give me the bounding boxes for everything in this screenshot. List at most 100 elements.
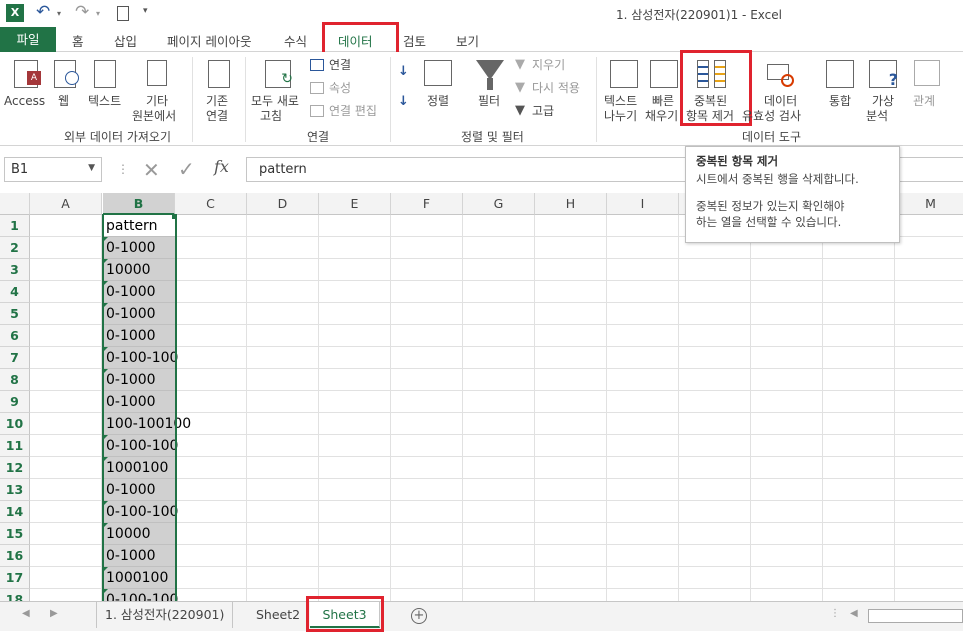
row-header[interactable]: 3 bbox=[0, 259, 30, 281]
cell[interactable] bbox=[895, 347, 963, 369]
row-header[interactable]: 16 bbox=[0, 545, 30, 567]
cell[interactable] bbox=[175, 567, 247, 589]
cell[interactable] bbox=[607, 501, 679, 523]
cell[interactable] bbox=[895, 413, 963, 435]
cell[interactable] bbox=[535, 479, 607, 501]
cell[interactable] bbox=[247, 215, 319, 237]
sheet-tab-1[interactable]: 1. 삼성전자(220901) bbox=[96, 602, 234, 628]
row-header[interactable]: 8 bbox=[0, 369, 30, 391]
cell[interactable] bbox=[679, 325, 751, 347]
cell[interactable] bbox=[607, 413, 679, 435]
cell[interactable] bbox=[175, 369, 247, 391]
cell[interactable] bbox=[823, 435, 895, 457]
cell[interactable] bbox=[823, 567, 895, 589]
cell[interactable] bbox=[895, 237, 963, 259]
cell[interactable] bbox=[247, 435, 319, 457]
cell[interactable] bbox=[319, 391, 391, 413]
cell[interactable] bbox=[751, 479, 823, 501]
cell[interactable] bbox=[679, 545, 751, 567]
cell[interactable] bbox=[535, 281, 607, 303]
cell[interactable] bbox=[30, 237, 102, 259]
cell[interactable] bbox=[679, 589, 751, 601]
cell[interactable] bbox=[751, 567, 823, 589]
cell[interactable] bbox=[319, 567, 391, 589]
cell[interactable] bbox=[391, 501, 463, 523]
worksheet-grid[interactable]: ABCDEFGHIJKLM 1pattern20-100031000040-10… bbox=[0, 193, 963, 601]
redo-dropdown-icon[interactable]: ▾ bbox=[96, 9, 100, 18]
cell[interactable] bbox=[319, 369, 391, 391]
cell[interactable] bbox=[535, 435, 607, 457]
cell[interactable] bbox=[319, 545, 391, 567]
cell[interactable] bbox=[30, 435, 102, 457]
cell[interactable] bbox=[247, 391, 319, 413]
cell[interactable] bbox=[391, 347, 463, 369]
cell[interactable] bbox=[535, 259, 607, 281]
cell[interactable] bbox=[895, 523, 963, 545]
cell[interactable] bbox=[319, 215, 391, 237]
cell[interactable] bbox=[247, 281, 319, 303]
cell[interactable] bbox=[607, 457, 679, 479]
cell[interactable] bbox=[247, 567, 319, 589]
cell[interactable] bbox=[679, 435, 751, 457]
cell[interactable] bbox=[679, 501, 751, 523]
cell[interactable] bbox=[751, 325, 823, 347]
new-sheet-icon[interactable]: + bbox=[411, 608, 427, 624]
cell[interactable] bbox=[30, 479, 102, 501]
cell[interactable] bbox=[247, 479, 319, 501]
cell[interactable] bbox=[175, 237, 247, 259]
column-header[interactable]: E bbox=[319, 193, 391, 215]
enter-icon[interactable]: ✓ bbox=[178, 157, 195, 181]
cell[interactable] bbox=[895, 501, 963, 523]
cell[interactable] bbox=[30, 281, 102, 303]
cell[interactable] bbox=[175, 435, 247, 457]
cell[interactable] bbox=[823, 545, 895, 567]
cell[interactable] bbox=[535, 413, 607, 435]
cell[interactable] bbox=[895, 391, 963, 413]
cell[interactable] bbox=[391, 567, 463, 589]
sort-desc-icon[interactable]: ↓ bbox=[398, 94, 409, 109]
cell[interactable] bbox=[607, 435, 679, 457]
cell[interactable] bbox=[823, 369, 895, 391]
cell[interactable] bbox=[823, 303, 895, 325]
cell[interactable] bbox=[319, 347, 391, 369]
cell[interactable] bbox=[463, 413, 535, 435]
cell[interactable] bbox=[751, 589, 823, 601]
cell[interactable] bbox=[175, 589, 247, 601]
cell[interactable] bbox=[30, 215, 102, 237]
horizontal-scrollbar[interactable] bbox=[868, 609, 963, 623]
column-header[interactable]: F bbox=[391, 193, 463, 215]
undo-dropdown-icon[interactable]: ▾ bbox=[57, 9, 61, 18]
cell[interactable] bbox=[30, 303, 102, 325]
cell[interactable] bbox=[535, 589, 607, 601]
cell[interactable] bbox=[463, 391, 535, 413]
cell[interactable] bbox=[823, 457, 895, 479]
cell[interactable] bbox=[247, 303, 319, 325]
cell[interactable] bbox=[751, 369, 823, 391]
cell[interactable] bbox=[607, 479, 679, 501]
cell[interactable] bbox=[391, 589, 463, 601]
cell[interactable] bbox=[175, 303, 247, 325]
tab-home[interactable]: 홈 bbox=[72, 31, 84, 50]
insert-function-icon[interactable]: fx bbox=[214, 157, 229, 176]
cell[interactable] bbox=[391, 369, 463, 391]
cell[interactable] bbox=[607, 215, 679, 237]
cell[interactable] bbox=[319, 435, 391, 457]
row-header[interactable]: 14 bbox=[0, 501, 30, 523]
cell[interactable] bbox=[30, 523, 102, 545]
cell[interactable] bbox=[607, 347, 679, 369]
cell[interactable] bbox=[895, 215, 963, 237]
cell[interactable] bbox=[463, 325, 535, 347]
cell[interactable] bbox=[30, 347, 102, 369]
cell[interactable] bbox=[607, 369, 679, 391]
cell[interactable] bbox=[823, 413, 895, 435]
tab-file[interactable]: 파일 bbox=[0, 27, 56, 52]
cell[interactable] bbox=[391, 325, 463, 347]
cell[interactable] bbox=[391, 435, 463, 457]
row-header[interactable]: 9 bbox=[0, 391, 30, 413]
cell[interactable] bbox=[391, 413, 463, 435]
cell[interactable] bbox=[247, 545, 319, 567]
row-header[interactable]: 7 bbox=[0, 347, 30, 369]
cell[interactable] bbox=[751, 457, 823, 479]
cell[interactable] bbox=[607, 259, 679, 281]
cell[interactable] bbox=[607, 325, 679, 347]
